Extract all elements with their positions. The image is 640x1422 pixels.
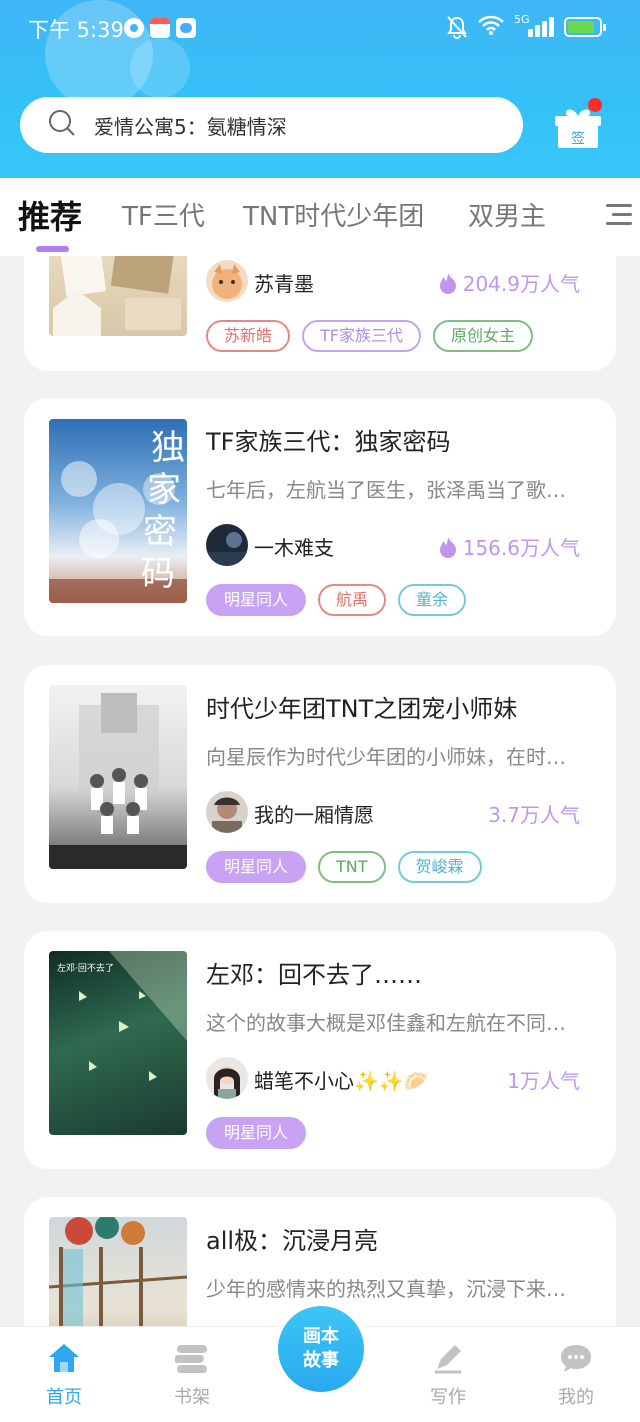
- nav-write[interactable]: 写作: [408, 1341, 488, 1409]
- status-bar: 下午 5:39 5G: [0, 0, 640, 56]
- author-avatar: [206, 260, 248, 302]
- tag[interactable]: 明星同人: [206, 851, 307, 883]
- nav-bookshelf[interactable]: 书架: [152, 1341, 232, 1409]
- story-cover: 独 家 密 码: [49, 419, 187, 603]
- search-bar[interactable]: 爱情公寓5：氨糖情深: [20, 97, 523, 153]
- nav-label: 书架: [174, 1387, 210, 1408]
- network-type: 5G: [514, 13, 530, 26]
- story-cover: [49, 685, 187, 869]
- tag[interactable]: TF家族三代: [302, 320, 421, 352]
- tab-tf3[interactable]: TF三代: [122, 196, 205, 233]
- tag[interactable]: 明星同人: [206, 1117, 307, 1149]
- popularity-text: 3.7万人气: [488, 803, 580, 827]
- popularity: 1万人气: [507, 1065, 580, 1094]
- notification-dot: [588, 98, 602, 112]
- tab-bl[interactable]: 双男主: [468, 196, 546, 233]
- tab-tnt[interactable]: TNT时代少年团: [243, 196, 424, 233]
- chat-bubble-icon: [559, 1341, 593, 1375]
- popularity-text: 204.9万人气: [462, 272, 580, 296]
- nav-home[interactable]: 首页: [24, 1341, 104, 1409]
- tag-list: 明星同人 TNT 贺峻霖: [206, 851, 482, 883]
- story-title: 时代少年团TNT之团宠小师妹: [206, 695, 518, 723]
- home-icon: [47, 1341, 81, 1375]
- author-avatar: [206, 524, 248, 566]
- active-tab-indicator: [36, 246, 69, 252]
- nav-label: 首页: [46, 1387, 82, 1408]
- tag[interactable]: 贺峻霖: [397, 851, 482, 883]
- tag[interactable]: 原创女主: [433, 320, 534, 352]
- popularity-text: 156.6万人气: [462, 536, 580, 560]
- tag[interactable]: 明星同人: [206, 584, 307, 616]
- story-cover: [49, 1217, 187, 1326]
- author-name: 我的一厢情愿: [254, 803, 374, 827]
- story-cover: [49, 256, 187, 336]
- create-story-line2: 故事: [303, 1350, 339, 1371]
- story-card[interactable]: 左邓·回不去了 左邓：回不去了…… 这个的故事大概是邓佳鑫和左航在不同… 蜡笔不…: [24, 931, 616, 1169]
- tag-list: 苏新皓 TF家族三代 原创女主: [206, 320, 534, 352]
- story-card[interactable]: 时代少年团TNT之团宠小师妹 向星辰作为时代少年团的小师妹，在时… 我的一厢情愿…: [24, 665, 616, 903]
- tag-list: 明星同人 航禹 童余: [206, 584, 467, 616]
- popularity: 156.6万人气: [439, 532, 580, 561]
- cover-caption: 左邓·回不去了: [57, 962, 114, 974]
- tag[interactable]: 苏新皓: [206, 320, 291, 352]
- cellular-signal-icon: 5G: [514, 13, 554, 39]
- story-title: TF家族三代：独家密码: [206, 428, 451, 456]
- author-name: 苏青墨: [254, 272, 314, 296]
- daily-signin-button[interactable]: 签: [552, 98, 604, 154]
- nav-label: 我的: [558, 1387, 594, 1408]
- story-title: all极：沉浸月亮: [206, 1227, 379, 1255]
- story-list: 苏青墨 204.9万人气 苏新皓 TF家族三代 原创女主 独 家 密 码 TF家…: [0, 256, 640, 1326]
- create-story-line1: 画本: [303, 1326, 339, 1347]
- story-description: 七年后，左航当了医生，张泽禹当了歌…: [206, 478, 566, 502]
- app-header: 下午 5:39 5G 爱情公寓5：氨糖情深 签: [0, 0, 640, 178]
- category-menu-icon[interactable]: [606, 202, 632, 228]
- flame-icon: [439, 272, 456, 294]
- author-avatar: [206, 791, 248, 833]
- cover-title-char: 独: [151, 428, 185, 468]
- author-name: 一木难支: [254, 536, 334, 560]
- popularity-text: 1万人气: [507, 1069, 580, 1093]
- battery-icon: [564, 17, 606, 37]
- tag[interactable]: 童余: [398, 584, 467, 616]
- author-avatar: [206, 1057, 248, 1099]
- search-placeholder: 爱情公寓5：氨糖情深: [94, 114, 287, 139]
- search-icon: [48, 109, 76, 141]
- cover-title-char: 家: [147, 470, 181, 510]
- calendar-notification-icon: [150, 18, 170, 38]
- status-time: 下午 5:39: [28, 18, 124, 42]
- pen-icon: [431, 1341, 465, 1375]
- create-story-button[interactable]: 画本 故事: [278, 1306, 364, 1392]
- nav-label: 写作: [430, 1387, 466, 1408]
- story-card[interactable]: 苏青墨 204.9万人气 苏新皓 TF家族三代 原创女主: [24, 256, 616, 371]
- weather-notification-icon: [176, 18, 196, 38]
- popularity: 3.7万人气: [488, 799, 580, 828]
- tab-recommend[interactable]: 推荐: [18, 192, 82, 238]
- bookshelf-icon: [173, 1341, 209, 1375]
- nav-mine[interactable]: 我的: [536, 1341, 616, 1409]
- tag[interactable]: 航禹: [318, 584, 387, 616]
- story-description: 少年的感情来的热烈又真挚，沉浸下来…: [206, 1277, 566, 1301]
- popularity: 204.9万人气: [439, 268, 580, 297]
- wifi-icon: [478, 14, 504, 40]
- cover-title-char: 码: [141, 554, 175, 594]
- tag[interactable]: TNT: [318, 851, 386, 883]
- flame-icon: [439, 536, 456, 558]
- settings-notification-icon: [124, 18, 144, 38]
- story-description: 这个的故事大概是邓佳鑫和左航在不同…: [206, 1011, 566, 1035]
- category-tabs: 推荐 TF三代 TNT时代少年团 双男主 古: [0, 178, 640, 256]
- mute-bell-icon: [446, 15, 468, 39]
- cover-title-char: 密: [143, 512, 177, 552]
- tag-list: 明星同人: [206, 1117, 307, 1149]
- story-title: 左邓：回不去了……: [206, 961, 422, 989]
- author-name: 蜡笔不小心✨✨🥟: [254, 1069, 429, 1093]
- story-card[interactable]: 独 家 密 码 TF家族三代：独家密码 七年后，左航当了医生，张泽禹当了歌… 一…: [24, 398, 616, 636]
- story-cover: 左邓·回不去了: [49, 951, 187, 1135]
- story-description: 向星辰作为时代少年团的小师妹，在时…: [206, 745, 566, 769]
- gift-label: 签: [571, 130, 585, 147]
